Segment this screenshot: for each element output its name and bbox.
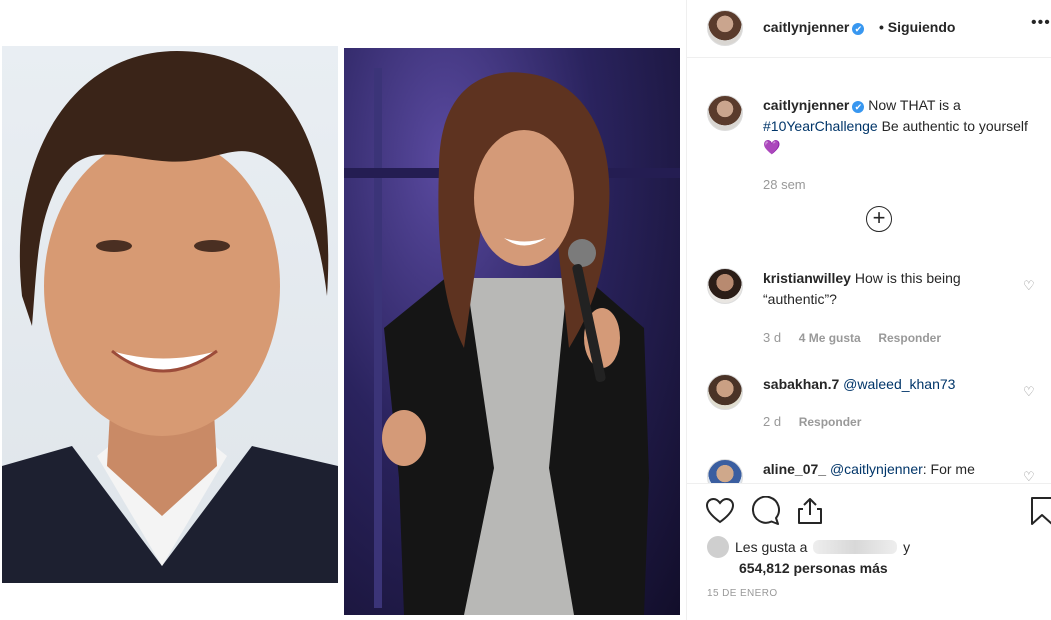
comment-time: 3 d bbox=[763, 330, 782, 345]
photo-after bbox=[344, 48, 680, 615]
verified-badge-icon: ✔ bbox=[852, 101, 865, 113]
reply-button[interactable]: Responder bbox=[878, 331, 941, 345]
post-date: 15 DE ENERO bbox=[707, 588, 778, 599]
author-username[interactable]: caitlynjenner ✔ bbox=[763, 19, 865, 35]
post-media[interactable] bbox=[0, 0, 686, 620]
avatar[interactable] bbox=[707, 374, 743, 410]
heart-icon[interactable]: ♡ bbox=[1023, 384, 1037, 399]
caption-text-1: Now THAT is a bbox=[868, 97, 961, 113]
likes-summary[interactable]: Les gusta a y 654,812 personas más bbox=[707, 536, 910, 578]
following-button[interactable]: • Siguiendo bbox=[879, 19, 955, 35]
avatar[interactable] bbox=[707, 95, 743, 131]
comment-time: 2 d bbox=[763, 414, 782, 429]
instagram-post: caitlynjenner ✔ • Siguiendo ••• caitlynje… bbox=[0, 0, 1051, 620]
blurred-username bbox=[813, 540, 898, 554]
comment-username[interactable]: sabakhan.7 bbox=[763, 376, 839, 392]
caption-username[interactable]: caitlynjenner bbox=[763, 97, 849, 113]
post-actions: Les gusta a y 654,812 personas más 15 DE… bbox=[687, 483, 1051, 620]
bookmark-icon[interactable] bbox=[1027, 496, 1051, 526]
post-sidebar: caitlynjenner ✔ • Siguiendo ••• caitlynje… bbox=[686, 0, 1051, 620]
comment-icon[interactable] bbox=[750, 496, 780, 526]
caption-text-2: Be authentic to yourself bbox=[881, 118, 1028, 134]
heart-icon[interactable] bbox=[705, 496, 735, 526]
verified-badge-icon: ✔ bbox=[852, 23, 865, 35]
avatar[interactable] bbox=[707, 10, 743, 46]
comment-text: : For me bbox=[922, 461, 975, 477]
mention-link[interactable]: @caitlynjenner bbox=[830, 461, 923, 477]
purple-heart-emoji: 💜 bbox=[763, 139, 781, 155]
comments-list[interactable]: caitlynjenner ✔ Now THAT is a #10YearChal… bbox=[687, 59, 1051, 483]
avatar[interactable] bbox=[707, 459, 743, 483]
comment-username[interactable]: aline_07_ bbox=[763, 461, 826, 477]
heart-icon[interactable]: ♡ bbox=[1023, 469, 1037, 483]
avatar[interactable] bbox=[707, 268, 743, 304]
liker-avatar bbox=[707, 536, 729, 558]
likes-count[interactable]: 654,812 personas más bbox=[707, 560, 888, 576]
plus-circle-icon[interactable]: + bbox=[866, 206, 892, 232]
comment-username[interactable]: kristianwilley bbox=[763, 270, 851, 286]
share-icon[interactable] bbox=[795, 496, 825, 526]
heart-icon[interactable]: ♡ bbox=[1023, 278, 1037, 293]
post-header: caitlynjenner ✔ • Siguiendo ••• bbox=[687, 0, 1051, 58]
hashtag-link[interactable]: #10YearChallenge bbox=[763, 118, 878, 134]
comment-likes[interactable]: 4 Me gusta bbox=[799, 331, 861, 345]
mention-link[interactable]: @waleed_khan73 bbox=[843, 376, 955, 392]
caption-time: 28 sem bbox=[763, 177, 806, 192]
more-options-icon[interactable]: ••• bbox=[1031, 14, 1051, 32]
photo-before bbox=[2, 46, 338, 583]
reply-button[interactable]: Responder bbox=[799, 415, 862, 429]
